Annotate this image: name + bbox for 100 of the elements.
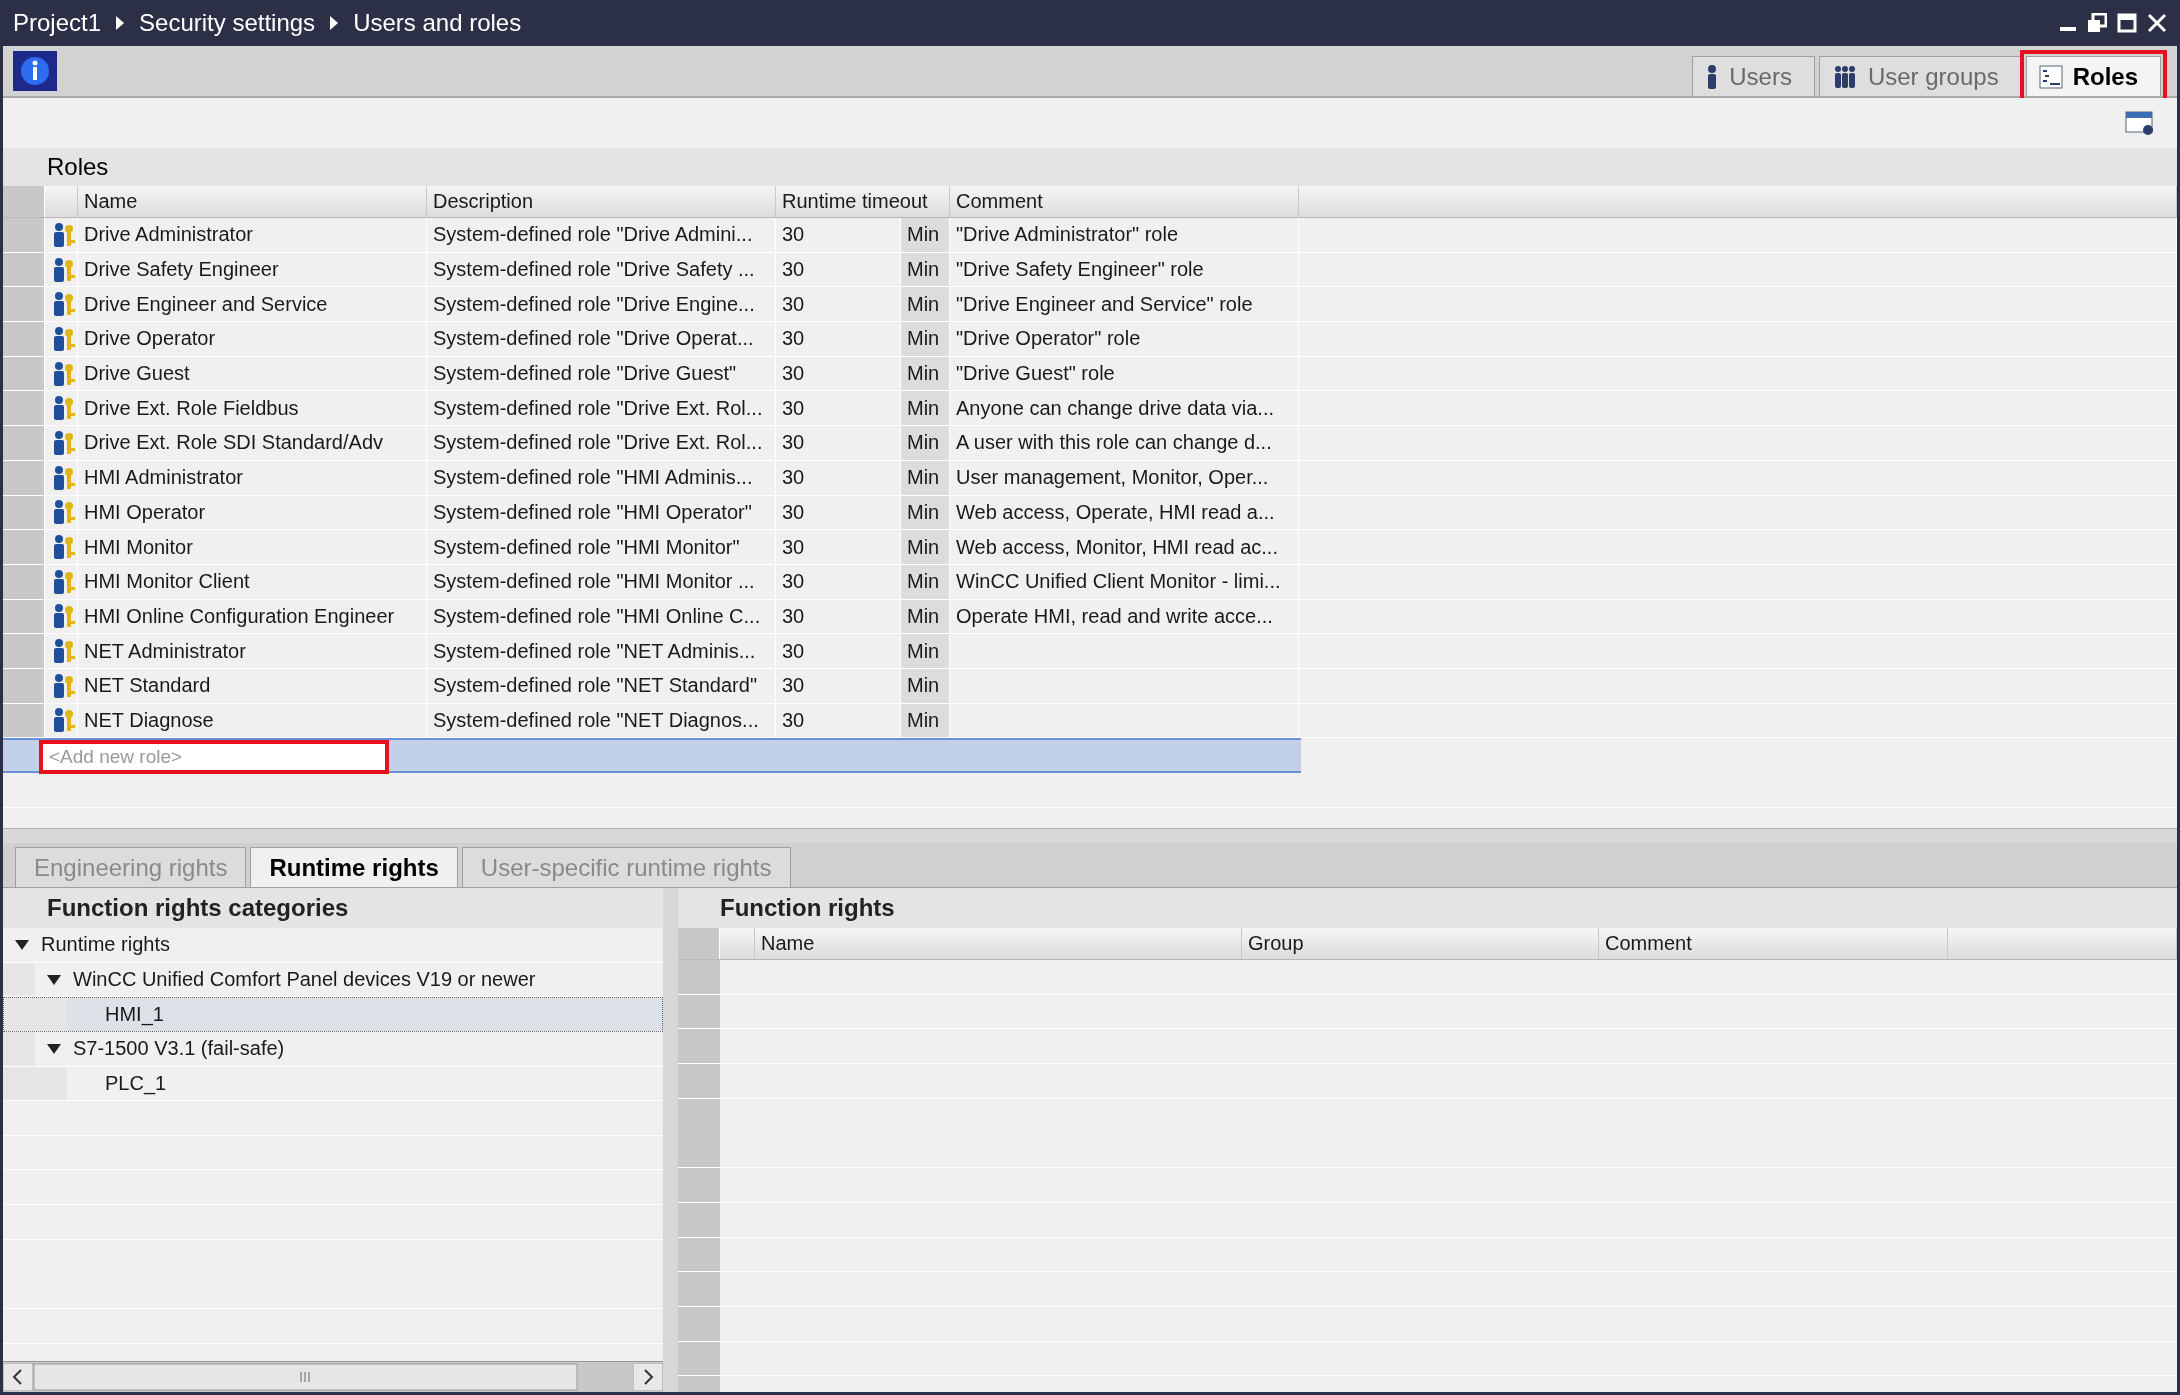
unit-cell: Min bbox=[901, 530, 950, 564]
row-header[interactable] bbox=[3, 599, 45, 634]
column-header[interactable]: Name bbox=[755, 928, 1242, 959]
table-cell: HMI Administrator bbox=[78, 460, 427, 495]
row-header[interactable] bbox=[3, 391, 45, 426]
person-with-key-icon bbox=[51, 534, 77, 561]
row-header[interactable] bbox=[3, 252, 45, 287]
table-cell: "Drive Engineer and Service" role bbox=[950, 287, 1299, 322]
person-with-key-icon bbox=[51, 499, 77, 526]
restore-icon[interactable] bbox=[2087, 13, 2107, 33]
person-with-key-icon bbox=[51, 638, 77, 665]
expand-toggle-icon[interactable] bbox=[47, 974, 61, 985]
column-header[interactable]: Description bbox=[427, 186, 776, 217]
table-cell: A user with this role can change d... bbox=[950, 426, 1299, 460]
unit-cell: Min bbox=[901, 426, 950, 460]
table-cell: Drive Administrator bbox=[78, 218, 427, 252]
new-row[interactable]: <Add new role> bbox=[3, 738, 1301, 773]
section-title: Roles bbox=[3, 148, 2177, 186]
table-cell: Drive Engineer and Service bbox=[78, 287, 427, 322]
table-cell: System-defined role "NET Diagnos... bbox=[427, 703, 776, 738]
table-cell: User management, Monitor, Oper... bbox=[950, 460, 1299, 495]
unit-cell: Min bbox=[901, 287, 950, 322]
maximize-icon[interactable] bbox=[2117, 13, 2137, 33]
expand-toggle-icon[interactable] bbox=[15, 939, 29, 950]
person-with-key-icon bbox=[51, 360, 77, 387]
table-cell: System-defined role "HMI Monitor ... bbox=[427, 564, 776, 599]
table-cell: "Drive Guest" role bbox=[950, 356, 1299, 391]
breadcrumb-separator-icon bbox=[115, 16, 126, 30]
row-header[interactable] bbox=[3, 287, 45, 322]
scrollbar-thumb-icon[interactable] bbox=[33, 1363, 578, 1391]
info-icon[interactable] bbox=[13, 51, 57, 91]
row-header[interactable] bbox=[3, 426, 45, 460]
breadcrumb-item[interactable]: Project1 bbox=[13, 9, 102, 37]
row-header[interactable] bbox=[3, 356, 45, 391]
table-cell: System-defined role "NET Standard" bbox=[427, 668, 776, 703]
panel-title: Function rights categories bbox=[46, 894, 349, 922]
table-cell: NET Administrator bbox=[78, 634, 427, 668]
table-cell: WinCC Unified Client Monitor - limi... bbox=[950, 564, 1299, 599]
scrollbar-track[interactable] bbox=[3, 1361, 663, 1392]
table-cell: Operate HMI, read and write acce... bbox=[950, 599, 1299, 634]
table-cell: System-defined role "HMI Monitor" bbox=[427, 530, 776, 564]
scroll-left-icon[interactable] bbox=[3, 1363, 33, 1391]
table-cell: "Drive Operator" role bbox=[950, 322, 1299, 356]
unit-cell: Min bbox=[901, 668, 950, 703]
table-cell: System-defined role "Drive Admini... bbox=[427, 218, 776, 252]
row-header[interactable] bbox=[3, 530, 45, 564]
column-header[interactable]: Comment bbox=[1599, 928, 1948, 959]
view-tab[interactable]: User groups bbox=[1818, 56, 2022, 96]
table-cell: HMI Operator bbox=[78, 495, 427, 530]
row-header[interactable] bbox=[3, 634, 45, 668]
person-with-key-icon bbox=[51, 464, 77, 491]
table-cell: Web access, Operate, HMI read a... bbox=[950, 495, 1299, 530]
table-cell: Drive Guest bbox=[78, 356, 427, 391]
view-tab[interactable]: Users bbox=[1692, 56, 1815, 96]
table-cell: HMI Monitor bbox=[78, 530, 427, 564]
person-with-key-icon bbox=[51, 603, 77, 630]
unit-cell: Min bbox=[901, 599, 950, 634]
breadcrumb-item[interactable]: Users and roles bbox=[353, 9, 522, 37]
breadcrumb-item[interactable]: Security settings bbox=[139, 9, 316, 37]
rights-tab[interactable]: Runtime rights bbox=[250, 847, 458, 887]
tree-item[interactable]: HMI_1 bbox=[3, 997, 663, 1033]
table-cell: System-defined role "Drive Ext. Rol... bbox=[427, 391, 776, 426]
unit-cell: Min bbox=[901, 634, 950, 668]
table-cell: Web access, Monitor, HMI read ac... bbox=[950, 530, 1299, 564]
table-cell: System-defined role "Drive Ext. Rol... bbox=[427, 426, 776, 460]
unit-cell: Min bbox=[901, 322, 950, 356]
unit-cell: Min bbox=[901, 252, 950, 287]
row-header[interactable] bbox=[3, 703, 45, 738]
column-header[interactable]: Comment bbox=[950, 186, 1299, 217]
table-cell: HMI Online Configuration Engineer bbox=[78, 599, 427, 634]
expand-toggle-icon[interactable] bbox=[47, 1043, 61, 1054]
close-icon[interactable] bbox=[2147, 13, 2167, 33]
person-with-key-icon bbox=[51, 429, 77, 456]
column-header[interactable]: Group bbox=[1242, 928, 1599, 959]
row-header bbox=[3, 186, 45, 217]
column-header[interactable]: Runtime timeout bbox=[776, 186, 950, 217]
row-header[interactable] bbox=[3, 495, 45, 530]
table-cell: System-defined role "Drive Safety ... bbox=[427, 252, 776, 287]
row-header[interactable] bbox=[3, 218, 45, 252]
person-with-key-icon bbox=[51, 395, 77, 422]
row-header[interactable] bbox=[3, 322, 45, 356]
table-cell: Drive Operator bbox=[78, 322, 427, 356]
scroll-right-icon[interactable] bbox=[633, 1363, 663, 1391]
table-settings-icon[interactable] bbox=[2125, 109, 2155, 137]
tree-item[interactable]: Runtime rights bbox=[3, 928, 663, 963]
row-header bbox=[678, 928, 720, 959]
person-with-key-icon bbox=[51, 291, 77, 318]
table-cell: System-defined role "Drive Operat... bbox=[427, 322, 776, 356]
column-header[interactable]: Name bbox=[78, 186, 427, 217]
table-cell: System-defined role "Drive Guest" bbox=[427, 356, 776, 391]
table-cell: System-defined role "NET Adminis... bbox=[427, 634, 776, 668]
row-header[interactable] bbox=[3, 460, 45, 495]
table-cell: System-defined role "HMI Operator" bbox=[427, 495, 776, 530]
person-with-key-icon bbox=[51, 256, 77, 283]
row-header[interactable] bbox=[3, 564, 45, 599]
add-role-field[interactable]: <Add new role> bbox=[39, 740, 389, 775]
row-header[interactable] bbox=[3, 668, 45, 703]
tree-item[interactable]: S7-1500 V3.1 (fail-safe) bbox=[3, 1032, 663, 1067]
unit-cell: Min bbox=[901, 356, 950, 391]
person-with-key-icon bbox=[51, 672, 77, 699]
